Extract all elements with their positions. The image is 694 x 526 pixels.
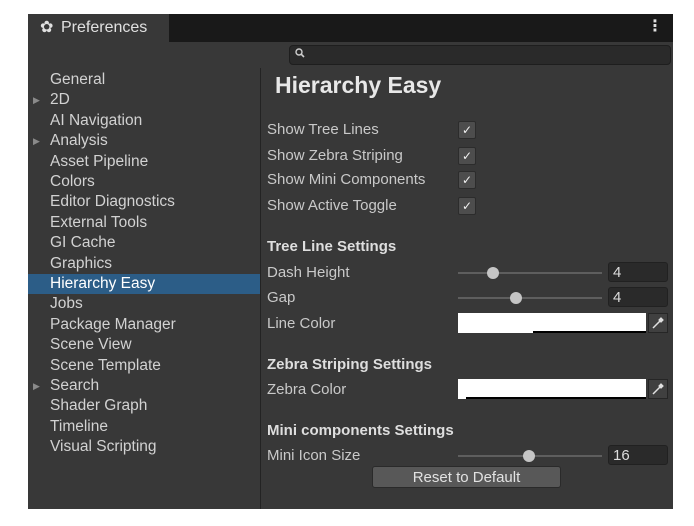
preferences-window: ✿ Preferences ⋮ General ▶ 2D AI Navigation ▶… bbox=[28, 14, 673, 509]
line-color-field[interactable] bbox=[458, 313, 668, 333]
checkbox-show-zebra-striping[interactable]: ✓ bbox=[458, 147, 476, 165]
color-swatch[interactable] bbox=[458, 379, 646, 399]
sidebar-item-label: Shader Graph bbox=[50, 397, 148, 415]
sidebar-item-label: Timeline bbox=[50, 417, 108, 435]
sidebar-item-label: Visual Scripting bbox=[50, 438, 157, 456]
sidebar-item-label: Search bbox=[50, 377, 100, 394]
sidebar-item-2d[interactable]: ▶ 2D bbox=[28, 90, 260, 110]
slider-thumb[interactable] bbox=[509, 292, 522, 304]
alpha-bar bbox=[533, 331, 646, 333]
slider-track bbox=[458, 297, 602, 299]
toggle-label-show-active-toggle: Show Active Toggle bbox=[267, 197, 397, 214]
mini-icon-size-field[interactable]: 16 bbox=[608, 445, 668, 465]
mini-icon-size-label: Mini Icon Size bbox=[267, 447, 361, 464]
expand-arrow-icon[interactable]: ▶ bbox=[33, 90, 40, 110]
tree-line-settings-header: Tree Line Settings bbox=[267, 238, 397, 255]
sidebar-item-label: Editor Diagnostics bbox=[50, 193, 175, 211]
sidebar-item-analysis[interactable]: ▶ Analysis bbox=[28, 131, 260, 151]
dash-height-field[interactable]: 4 bbox=[608, 262, 668, 282]
sidebar-item-graphics[interactable]: Graphics bbox=[28, 254, 260, 274]
sidebar-item-label: AI Navigation bbox=[50, 111, 143, 129]
sidebar-item-label: Analysis bbox=[50, 132, 108, 150]
checkbox-show-mini-components[interactable]: ✓ bbox=[458, 171, 476, 189]
sidebar-item-label: Scene Template bbox=[50, 356, 161, 374]
sidebar-item-label: Asset Pipeline bbox=[50, 152, 149, 170]
toggle-label-show-mini-components: Show Mini Components bbox=[267, 171, 426, 188]
sidebar-item-label: General bbox=[50, 71, 106, 88]
dash-height-label: Dash Height bbox=[267, 264, 350, 281]
sidebar-item-gi-cache[interactable]: GI Cache bbox=[28, 233, 260, 253]
sidebar-item-label: Scene View bbox=[50, 336, 132, 354]
search-bar[interactable] bbox=[289, 45, 671, 65]
sidebar-item-timeline[interactable]: Timeline bbox=[28, 417, 260, 437]
eyedropper-icon[interactable] bbox=[648, 313, 668, 333]
sidebar-item-label: Colors bbox=[50, 173, 95, 190]
zebra-striping-settings-header: Zebra Striping Settings bbox=[267, 356, 433, 373]
sidebar-item-colors[interactable]: Colors bbox=[28, 172, 260, 192]
sidebar-item-package-manager[interactable]: Package Manager bbox=[28, 315, 260, 335]
sidebar-item-visual-scripting[interactable]: Visual Scripting bbox=[28, 437, 260, 457]
sidebar-item-label: Jobs bbox=[50, 295, 83, 313]
toggle-label-show-tree-lines: Show Tree Lines bbox=[267, 121, 379, 138]
expand-arrow-icon[interactable]: ▶ bbox=[33, 376, 40, 396]
sidebar-item-general[interactable]: General bbox=[28, 70, 260, 90]
slider-track bbox=[458, 272, 602, 274]
preferences-tab[interactable]: ✿ Preferences bbox=[28, 14, 169, 42]
line-color-label: Line Color bbox=[267, 315, 336, 332]
mini-icon-size-slider[interactable] bbox=[458, 449, 602, 463]
gap-slider[interactable] bbox=[458, 291, 602, 305]
sidebar-item-label: Package Manager bbox=[50, 315, 176, 333]
dash-height-slider[interactable] bbox=[458, 266, 602, 280]
tab-title: Preferences bbox=[61, 19, 148, 36]
sidebar-item-jobs[interactable]: Jobs bbox=[28, 294, 260, 314]
sidebar-item-label: GI Cache bbox=[50, 234, 116, 252]
sidebar-item-hierarchy-easy[interactable]: Hierarchy Easy bbox=[28, 274, 260, 294]
search-input[interactable] bbox=[308, 47, 663, 63]
eyedropper-icon[interactable] bbox=[648, 379, 668, 399]
checkbox-show-active-toggle[interactable]: ✓ bbox=[458, 197, 476, 215]
gap-field[interactable]: 4 bbox=[608, 287, 668, 307]
mini-components-settings-header: Mini components Settings bbox=[267, 422, 454, 439]
sidebar-item-scene-view[interactable]: Scene View bbox=[28, 335, 260, 355]
sidebar-item-asset-pipeline[interactable]: Asset Pipeline bbox=[28, 152, 260, 172]
gap-label: Gap bbox=[267, 289, 296, 306]
zebra-color-label: Zebra Color bbox=[267, 381, 347, 398]
gear-icon: ✿ bbox=[40, 19, 54, 36]
sidebar-item-external-tools[interactable]: External Tools bbox=[28, 213, 260, 233]
zebra-color-field[interactable] bbox=[458, 379, 668, 399]
sidebar-item-editor-diagnostics[interactable]: Editor Diagnostics bbox=[28, 192, 260, 212]
sidebar-item-label: Graphics bbox=[50, 254, 113, 272]
alpha-bar bbox=[465, 397, 646, 399]
page-title: Hierarchy Easy bbox=[275, 72, 442, 98]
sidebar-item-label: 2D bbox=[50, 91, 70, 109]
sidebar-item-search[interactable]: ▶ Search bbox=[28, 376, 260, 396]
checkbox-show-tree-lines[interactable]: ✓ bbox=[458, 121, 476, 139]
settings-panel: Hierarchy Easy Show Tree Lines ✓ Show Ze… bbox=[261, 68, 673, 509]
color-swatch[interactable] bbox=[458, 313, 646, 333]
sidebar-item-scene-template[interactable]: Scene Template bbox=[28, 356, 260, 376]
kebab-menu-icon[interactable]: ⋮ bbox=[647, 16, 663, 38]
reset-to-default-button[interactable]: Reset to Default bbox=[372, 466, 561, 488]
slider-thumb[interactable] bbox=[522, 450, 535, 462]
sidebar-item-label: External Tools bbox=[50, 213, 148, 231]
sidebar-item-label: Hierarchy Easy bbox=[50, 275, 156, 292]
slider-thumb[interactable] bbox=[486, 267, 499, 279]
search-icon bbox=[295, 48, 305, 58]
sidebar-item-shader-graph[interactable]: Shader Graph bbox=[28, 396, 260, 416]
title-bar: ✿ Preferences ⋮ bbox=[28, 14, 673, 42]
toggle-label-show-zebra-striping: Show Zebra Striping bbox=[267, 147, 403, 164]
expand-arrow-icon[interactable]: ▶ bbox=[33, 131, 40, 151]
sidebar-item-ai-navigation[interactable]: AI Navigation bbox=[28, 111, 260, 131]
